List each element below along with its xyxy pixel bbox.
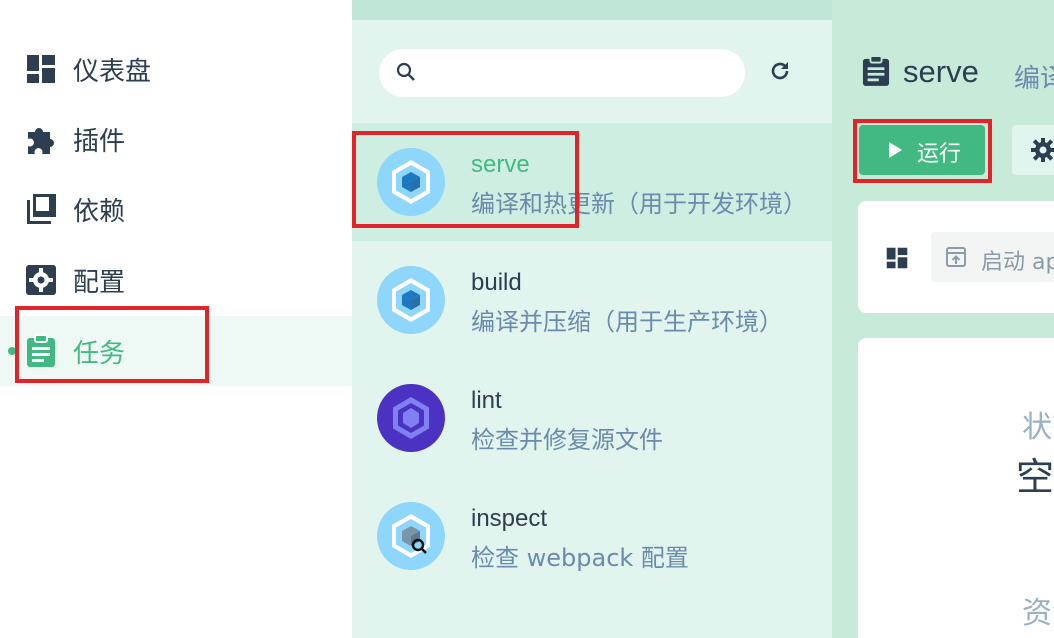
sidebar-item-label: 依赖	[73, 196, 126, 227]
task-name: lint	[471, 387, 502, 414]
status-value: 空闲	[1016, 455, 1054, 499]
command-card: 启动 app	[858, 201, 1054, 313]
puzzle-icon	[24, 122, 58, 156]
task-item-build[interactable]: build 编译并压缩（用于生产环境）	[352, 241, 832, 359]
task-detail-panel: serve 编译和热更新（用于开发环境） 运行 启动 app 状态 空闲 资源	[832, 0, 1054, 638]
run-button[interactable]: 运行	[859, 125, 985, 175]
sidebar-item-dashboard[interactable]: 仪表盘	[0, 34, 352, 104]
status-card: 状态 空闲 资源	[858, 338, 1054, 638]
eslint-icon	[377, 384, 445, 452]
gear-icon	[1030, 137, 1054, 168]
search-input[interactable]	[429, 57, 729, 89]
sidebar-item-label: 仪表盘	[73, 56, 152, 87]
task-name: build	[471, 269, 522, 296]
clipboard-icon	[24, 334, 58, 368]
webpack-icon	[377, 148, 445, 216]
active-indicator	[8, 347, 16, 355]
page-title: serve	[903, 54, 979, 89]
task-item-serve[interactable]: serve 编译和热更新（用于开发环境）	[352, 123, 832, 241]
task-item-inspect[interactable]: inspect 检查 webpack 配置	[352, 477, 832, 595]
task-description: 编译和热更新（用于开发环境）	[471, 190, 807, 218]
search-icon	[395, 61, 417, 88]
task-settings-button[interactable]	[1012, 125, 1054, 175]
webpack-icon	[377, 266, 445, 334]
clipboard-icon	[862, 55, 890, 92]
sidebar-item-label: 插件	[73, 126, 126, 157]
play-icon	[889, 142, 902, 158]
refresh-button[interactable]	[764, 57, 796, 89]
sidebar-item-tasks[interactable]: 任务	[0, 316, 352, 386]
task-list-panel: serve 编译和热更新（用于开发环境） build 编译并压缩（用于生产环境）…	[352, 0, 832, 638]
sidebar-item-plugins[interactable]: 插件	[0, 104, 352, 174]
task-name: serve	[471, 151, 530, 178]
sidebar-item-dependencies[interactable]: 依赖	[0, 174, 352, 244]
task-name: inspect	[471, 505, 548, 532]
resource-label: 资源	[1022, 596, 1054, 631]
dashboard-icon[interactable]	[886, 247, 908, 274]
sidebar-item-configuration[interactable]: 配置	[0, 245, 352, 315]
command-text: 启动 app	[981, 250, 1054, 275]
sidebar-item-label: 配置	[73, 267, 126, 298]
refresh-icon	[768, 59, 792, 88]
webpack-inspect-icon	[377, 502, 445, 570]
task-description: 检查并修复源文件	[471, 426, 663, 454]
status-label: 状态	[1022, 410, 1054, 445]
open-in-new-icon	[945, 246, 967, 273]
settings-box-icon	[24, 263, 58, 297]
task-item-lint[interactable]: lint 检查并修复源文件	[352, 359, 832, 477]
task-description: 检查 webpack 配置	[471, 544, 689, 572]
library-icon	[24, 192, 58, 226]
sidebar-item-label: 任务	[73, 338, 126, 369]
top-bar	[352, 0, 832, 20]
dashboard-icon	[24, 52, 58, 86]
sidebar: 仪表盘 插件 依赖 配置 任务	[0, 0, 352, 638]
run-button-label: 运行	[917, 142, 962, 167]
page-subtitle: 编译和热更新（用于开发环境）	[1014, 64, 1054, 94]
task-description: 编译并压缩（用于生产环境）	[471, 308, 783, 336]
command-box: 启动 app	[931, 232, 1054, 282]
search-box[interactable]	[379, 49, 745, 97]
